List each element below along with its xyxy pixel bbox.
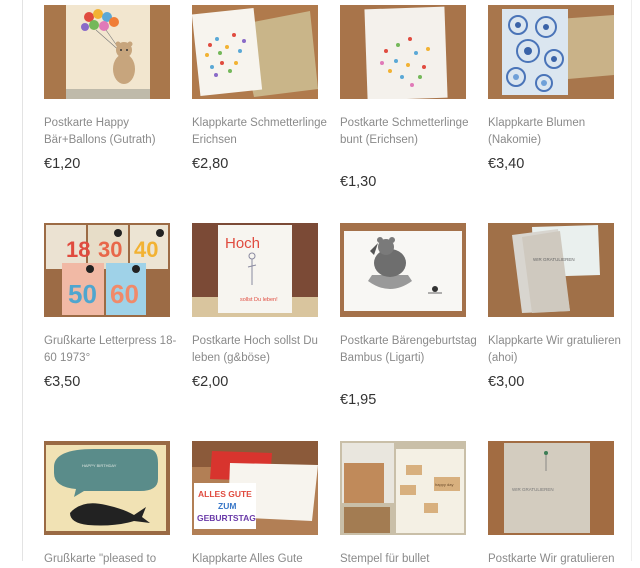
product-price: €3,50 <box>44 374 81 390</box>
product-title[interactable]: Postkarte Happy Bär+Ballons (Gutrath) <box>44 115 184 149</box>
product-title[interactable]: Postkarte Bärengeburtstag Bambus (Ligart… <box>340 333 480 367</box>
wir-gratulieren-ahoi-label: WIR GRATULIEREN <box>533 257 575 262</box>
product-price: €2,80 <box>192 156 229 172</box>
product-price: €1,30 <box>340 174 377 190</box>
product-image-schmetterlinge-erichsen[interactable] <box>192 5 318 99</box>
product-price: €2,00 <box>192 374 229 390</box>
product-card-wir-gratulieren[interactable]: WIR GRATULIEREN Postkarte Wir gratuliere… <box>488 441 615 565</box>
product-image-hoch-sollst-du-leben[interactable]: Hoch sollst Du leben! <box>192 223 318 317</box>
product-image-baerengeburtstag[interactable] <box>340 223 466 317</box>
product-title[interactable]: Klappkarte Schmetterlinge Erichsen <box>192 115 332 149</box>
product-title[interactable]: Grußkarte "pleased to <box>44 551 184 568</box>
product-price: €3,00 <box>488 374 525 390</box>
product-card-stempel-bullet[interactable]: happy day Stempel für bullet <box>340 441 466 565</box>
alles-gute-line1: ALLES GUTE <box>198 489 252 499</box>
product-title[interactable]: Klappkarte Alles Gute <box>192 551 332 568</box>
product-image-pleased-to[interactable]: HAPPY BIRTHDAY <box>44 441 170 535</box>
letterpress-number-60: 60 <box>110 279 139 309</box>
product-price: €1,20 <box>44 156 81 172</box>
product-card-alles-gute[interactable]: ALLES GUTE ZUM GEBURTSTAG Klappkarte All… <box>192 441 318 565</box>
content-left-border <box>22 0 23 561</box>
product-title[interactable]: Klappkarte Blumen (Nakomie) <box>488 115 628 149</box>
product-card-letterpress[interactable]: 18 30 40 50 60 Grußkarte Letterpress 18-… <box>44 223 176 390</box>
product-image-wir-gratulieren-ahoi[interactable]: WIR GRATULIEREN <box>488 223 614 317</box>
product-image-blumen[interactable] <box>488 5 614 99</box>
product-image-wir-gratulieren[interactable]: WIR GRATULIEREN <box>488 441 614 535</box>
product-title[interactable]: Postkarte Schmetterlinge bunt (Erichsen) <box>340 115 480 149</box>
product-card-pleased-to[interactable]: HAPPY BIRTHDAY Grußkarte "pleased to <box>44 441 170 565</box>
alles-gute-line2: ZUM <box>218 501 236 511</box>
letterpress-number-18: 18 <box>66 237 90 262</box>
stamp-text: happy day <box>435 482 453 487</box>
product-title[interactable]: Grußkarte Letterpress 18-60 1973° <box>44 333 184 367</box>
letterpress-number-50: 50 <box>68 279 97 309</box>
hoch-card-title: Hoch <box>225 235 260 252</box>
product-image-happy-baer[interactable] <box>44 5 170 99</box>
product-price: €3,40 <box>488 156 525 172</box>
product-card-blumen[interactable]: Klappkarte Blumen (Nakomie) €3,40 <box>488 5 614 172</box>
product-title[interactable]: Postkarte Hoch sollst Du leben (g&böse) <box>192 333 332 367</box>
product-title[interactable]: Klappkarte Wir gratulieren (ahoi) <box>488 333 628 367</box>
product-image-alles-gute[interactable]: ALLES GUTE ZUM GEBURTSTAG <box>192 441 318 535</box>
wir-gratulieren-label: WIR GRATULIEREN <box>512 487 554 492</box>
product-image-stempel-bullet[interactable]: happy day <box>340 441 466 535</box>
product-title[interactable]: Postkarte Wir gratulieren <box>488 551 628 568</box>
product-image-letterpress[interactable]: 18 30 40 50 60 <box>44 223 170 317</box>
product-price: €1,95 <box>340 392 377 408</box>
content-right-border <box>631 0 632 561</box>
product-image-schmetterlinge-bunt[interactable] <box>340 5 466 99</box>
product-title[interactable]: Stempel für bullet <box>340 551 480 568</box>
product-card-baerengeburtstag[interactable]: Postkarte Bärengeburtstag Bambus (Ligart… <box>340 223 477 408</box>
product-card-happy-baer[interactable]: Postkarte Happy Bär+Ballons (Gutrath) €1… <box>44 5 170 172</box>
hoch-card-subtitle: sollst Du leben! <box>240 297 278 303</box>
letterpress-number-40: 40 <box>134 237 158 262</box>
product-card-hoch-sollst-du-leben[interactable]: Hoch sollst Du leben! Postkarte Hoch sol… <box>192 223 318 390</box>
product-card-wir-gratulieren-ahoi[interactable]: WIR GRATULIEREN Klappkarte Wir gratulier… <box>488 223 621 390</box>
letterpress-number-30: 30 <box>98 237 122 262</box>
alles-gute-line3: GEBURTSTAG <box>197 513 256 523</box>
product-card-schmetterlinge-bunt[interactable]: Postkarte Schmetterlinge bunt (Erichsen)… <box>340 5 468 190</box>
whale-card-text: HAPPY BIRTHDAY <box>82 463 117 468</box>
product-card-schmetterlinge-erichsen[interactable]: Klappkarte Schmetterlinge Erichsen €2,80 <box>192 5 327 172</box>
